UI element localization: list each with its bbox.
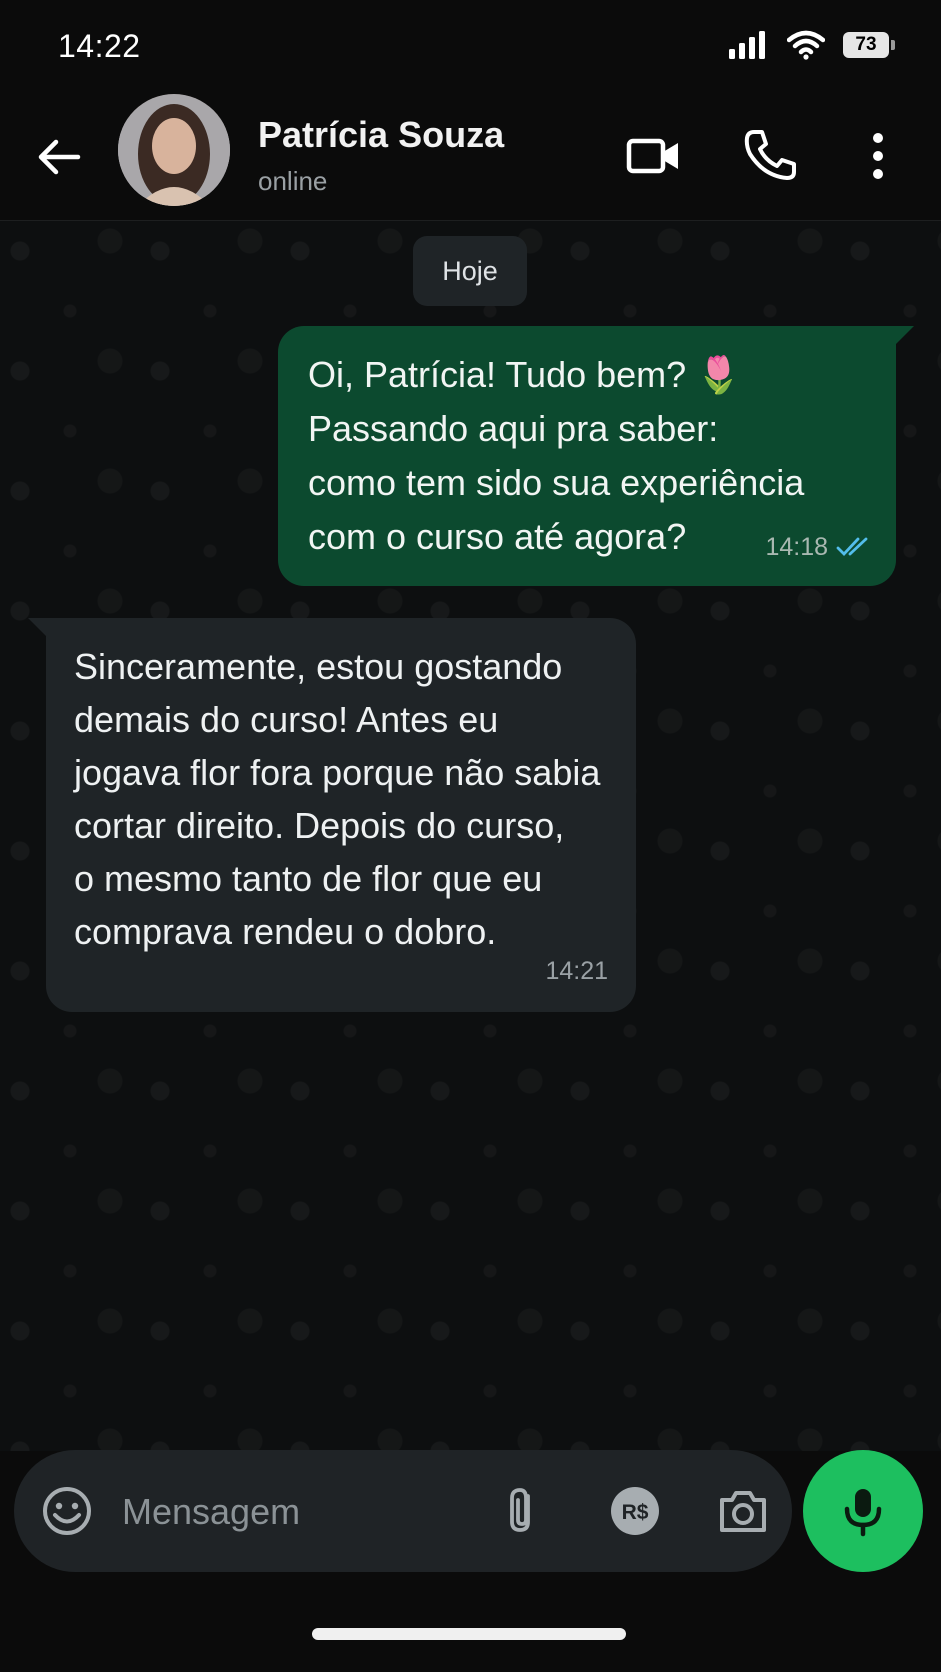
message-line: o mesmo tanto de flor que eu xyxy=(74,858,543,899)
incoming-message[interactable]: Sinceramente, estou gostando demais do c… xyxy=(28,618,636,1012)
message-meta: 14:18 xyxy=(765,520,872,574)
payment-icon: R$ xyxy=(611,1487,659,1535)
more-options-button[interactable] xyxy=(858,126,898,186)
paperclip-icon xyxy=(510,1488,530,1532)
video-call-button[interactable] xyxy=(624,126,684,186)
message-time: 14:21 xyxy=(545,957,608,985)
payment-icon-text: R$ xyxy=(622,1501,649,1524)
camera-button[interactable] xyxy=(714,1482,772,1540)
status-bar: 14:22 73 xyxy=(0,0,941,96)
emoji-button[interactable] xyxy=(40,1484,94,1538)
wifi-icon xyxy=(787,30,825,60)
contact-name[interactable]: Patrícia Souza xyxy=(258,114,504,156)
message-composer: R$ xyxy=(14,1450,792,1572)
video-camera-icon xyxy=(626,138,678,174)
message-line: Oi, Patrícia! Tudo bem? 🌷 xyxy=(308,354,742,395)
more-vertical-icon xyxy=(873,133,883,179)
message-line: como tem sido sua experiência xyxy=(308,462,805,503)
payment-button[interactable]: R$ xyxy=(606,1482,664,1540)
back-arrow-icon xyxy=(38,139,81,175)
back-button[interactable] xyxy=(34,132,84,182)
signal-icon xyxy=(729,31,765,59)
camera-icon xyxy=(720,1491,766,1532)
message-line: comprava rendeu o dobro. xyxy=(74,911,497,952)
message-line: jogava flor fora porque não sabia xyxy=(74,752,601,793)
date-chip: Hoje xyxy=(413,236,527,306)
contact-status: online xyxy=(258,166,328,196)
mic-button[interactable] xyxy=(803,1450,923,1572)
home-indicator[interactable] xyxy=(312,1628,626,1640)
message-meta: 14:21 xyxy=(545,945,608,998)
message-time: 14:18 xyxy=(765,533,828,561)
message-line: Passando aqui pra saber: xyxy=(308,408,719,449)
battery-indicator: 73 xyxy=(843,32,895,58)
microphone-icon xyxy=(844,1489,882,1537)
message-line: Sinceramente, estou gostando xyxy=(74,646,563,687)
voice-call-button[interactable] xyxy=(740,126,800,186)
message-line: cortar direito. Depois do curso, xyxy=(74,805,565,846)
message-line: demais do curso! Antes eu xyxy=(74,699,499,740)
phone-icon xyxy=(744,130,796,180)
outgoing-message[interactable]: Oi, Patrícia! Tudo bem? 🌷 Passando aqui … xyxy=(278,326,914,586)
chat-header: Patrícia Souza online xyxy=(0,84,941,221)
double-check-icon xyxy=(836,537,868,557)
contact-photo xyxy=(118,94,230,206)
message-input[interactable] xyxy=(120,1480,454,1544)
attach-button[interactable] xyxy=(494,1482,552,1540)
avatar[interactable] xyxy=(118,94,230,206)
emoji-icon xyxy=(43,1487,91,1535)
status-icons: 73 xyxy=(729,30,895,60)
status-time: 14:22 xyxy=(58,28,141,64)
